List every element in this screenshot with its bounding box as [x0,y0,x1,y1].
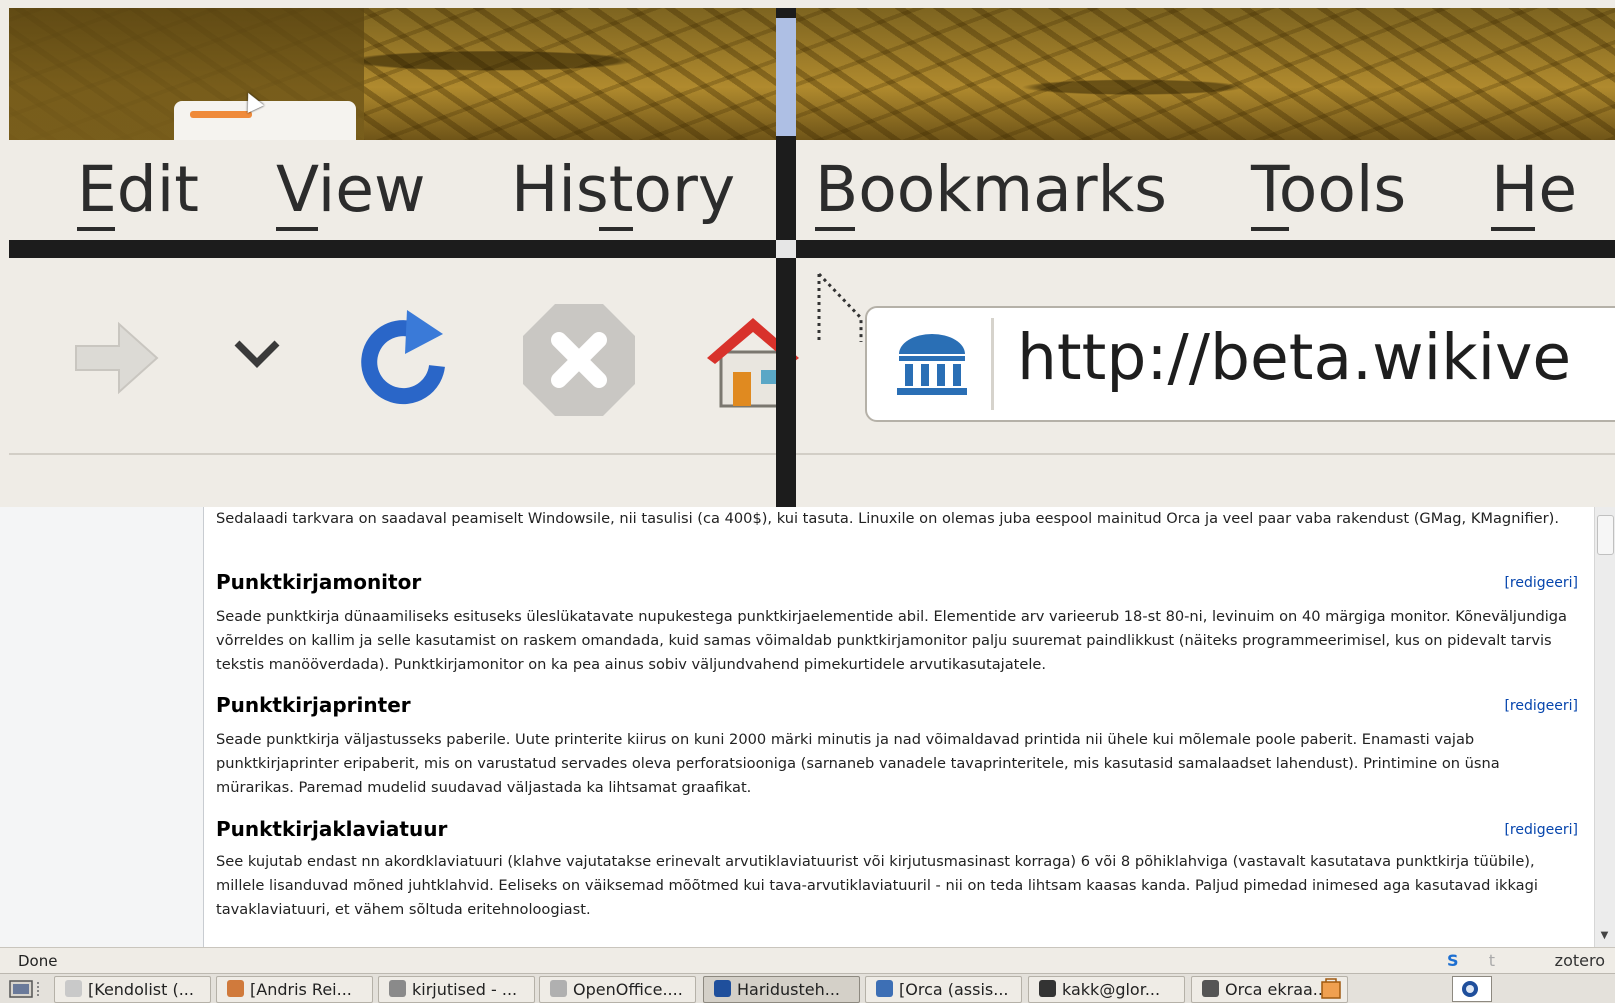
magnifier-view: Edit View History Bookmarks Tools He htt… [0,0,1615,507]
taskbar-button[interactable]: Haridusteh... [703,976,860,1003]
edit-link[interactable]: [redigeeri] [1504,575,1578,591]
taskbar-button[interactable]: [Andris Rei... [216,976,373,1003]
taskbar-button-label: [Kendolist (... [88,980,194,999]
section-heading: Punktkirjamonitor [216,570,422,594]
bookmarks-toolbar [9,453,1615,507]
orca-icon [1202,980,1219,997]
section-paragraph: See kujutab endast nn akordklaviatuuri (… [216,853,1538,918]
mail-icon [65,980,82,997]
menu-edit[interactable]: Edit [77,158,199,231]
t-addon-icon[interactable]: t [1489,951,1495,970]
page-content: Sedalaadi tarkvara on saadaval peamiselt… [0,507,1615,947]
updates-icon[interactable] [1318,976,1344,1000]
mnemonic-underline [276,227,318,231]
magnifier-crosshair-vertical [776,8,796,507]
section-paragraph: Seade punktkirja väljastusseks paberile.… [216,731,1500,796]
zotero-button[interactable]: zotero [1555,951,1605,970]
menu-edit-label: Edit [77,153,200,226]
taskbar: [Kendolist (... [Andris Rei... kirjutised … [0,973,1615,1003]
taskbar-button[interactable]: kirjutised - ... [378,976,535,1003]
stop-icon[interactable] [521,302,637,418]
taskbar-button-label: Orca ekraa... [1225,980,1329,999]
taskbar-button[interactable]: kakk@glor... [1028,976,1185,1003]
intro-paragraph: Sedalaadi tarkvara on saadaval peamiselt… [216,510,1559,527]
site-favicon-icon [897,334,967,395]
terminal-icon [1039,980,1056,997]
edit-link[interactable]: [redigeeri] [1504,822,1578,838]
url-bar[interactable]: http://beta.wikive [865,306,1615,422]
forward-arrow-icon[interactable] [71,318,161,398]
magnifier-crosshair-horizontal [9,240,1615,258]
crosshair-center [776,240,796,258]
browser-tab[interactable] [174,101,356,140]
menu-bar: Edit View History Bookmarks Tools He [9,140,1615,240]
dropdown-chevron-icon[interactable] [229,333,285,373]
menu-view[interactable]: View [276,158,426,231]
section-paragraph: Seade punktkirja dünaamiliseks esituseks… [216,608,1567,673]
menu-view-label: View [276,153,426,226]
tab-accent [190,111,252,118]
menu-help-label: He [1491,153,1578,226]
scroll-down-arrow-icon[interactable]: ▼ [1597,930,1612,945]
vertical-scrollbar[interactable]: ▼ [1594,507,1615,947]
taskbar-button-label: kirjutised - ... [412,980,518,999]
menu-tools[interactable]: Tools [1251,158,1406,231]
url-divider [991,318,994,410]
reload-icon[interactable] [355,306,450,411]
show-desktop-icon[interactable] [8,978,44,1000]
scrollbar-thumb[interactable] [1597,515,1614,555]
mnemonic-underline [77,227,115,231]
menu-help[interactable]: He [1491,158,1577,231]
status-bar: Done S t zotero [0,947,1615,974]
menu-history-label: History [511,153,736,226]
edit-link[interactable]: [redigeeri] [1504,698,1578,714]
article-body: Sedalaadi tarkvara on saadaval peamiselt… [216,507,1578,947]
taskbar-button-label: OpenOffice.... [573,980,683,999]
mnemonic-underline [815,227,855,231]
drive-icon [389,980,406,997]
wiki-sidebar [0,507,204,947]
magnified-browser-chrome: Edit View History Bookmarks Tools He htt… [9,8,1615,507]
taskbar-button-label: [Andris Rei... [250,980,352,999]
firefox-mini-icon [1462,981,1478,997]
mnemonic-underline [599,227,633,231]
taskbar-button[interactable]: [Orca (assis... [865,976,1022,1003]
navigation-toolbar: http://beta.wikive [9,258,1615,453]
firefox-icon [714,980,731,997]
chat-icon [227,980,244,997]
openoffice-icon [550,980,567,997]
drag-handle-icon [817,272,863,342]
taskbar-button[interactable]: OpenOffice.... [539,976,696,1003]
menu-bookmarks-label: Bookmarks [815,153,1167,226]
s-addon-icon[interactable]: S [1447,951,1465,971]
section-heading: Punktkirjaklaviatuur [216,817,448,841]
crosshair-highlight [776,18,796,136]
taskbar-button-label: Haridusteh... [737,980,841,999]
mnemonic-underline [1491,227,1535,231]
status-text: Done [18,952,58,970]
firefox-icon [876,980,893,997]
url-text[interactable]: http://beta.wikive [1017,326,1571,389]
taskbar-button-label: kakk@glor... [1062,980,1161,999]
menu-bookmarks[interactable]: Bookmarks [815,158,1167,231]
workspace-switcher[interactable] [1452,976,1492,1002]
menu-tools-label: Tools [1251,153,1407,226]
menu-history[interactable]: History [511,158,735,231]
section-heading: Punktkirjaprinter [216,693,411,717]
mnemonic-underline [1251,227,1289,231]
taskbar-button[interactable]: [Kendolist (... [54,976,211,1003]
taskbar-button-label: [Orca (assis... [899,980,1009,999]
